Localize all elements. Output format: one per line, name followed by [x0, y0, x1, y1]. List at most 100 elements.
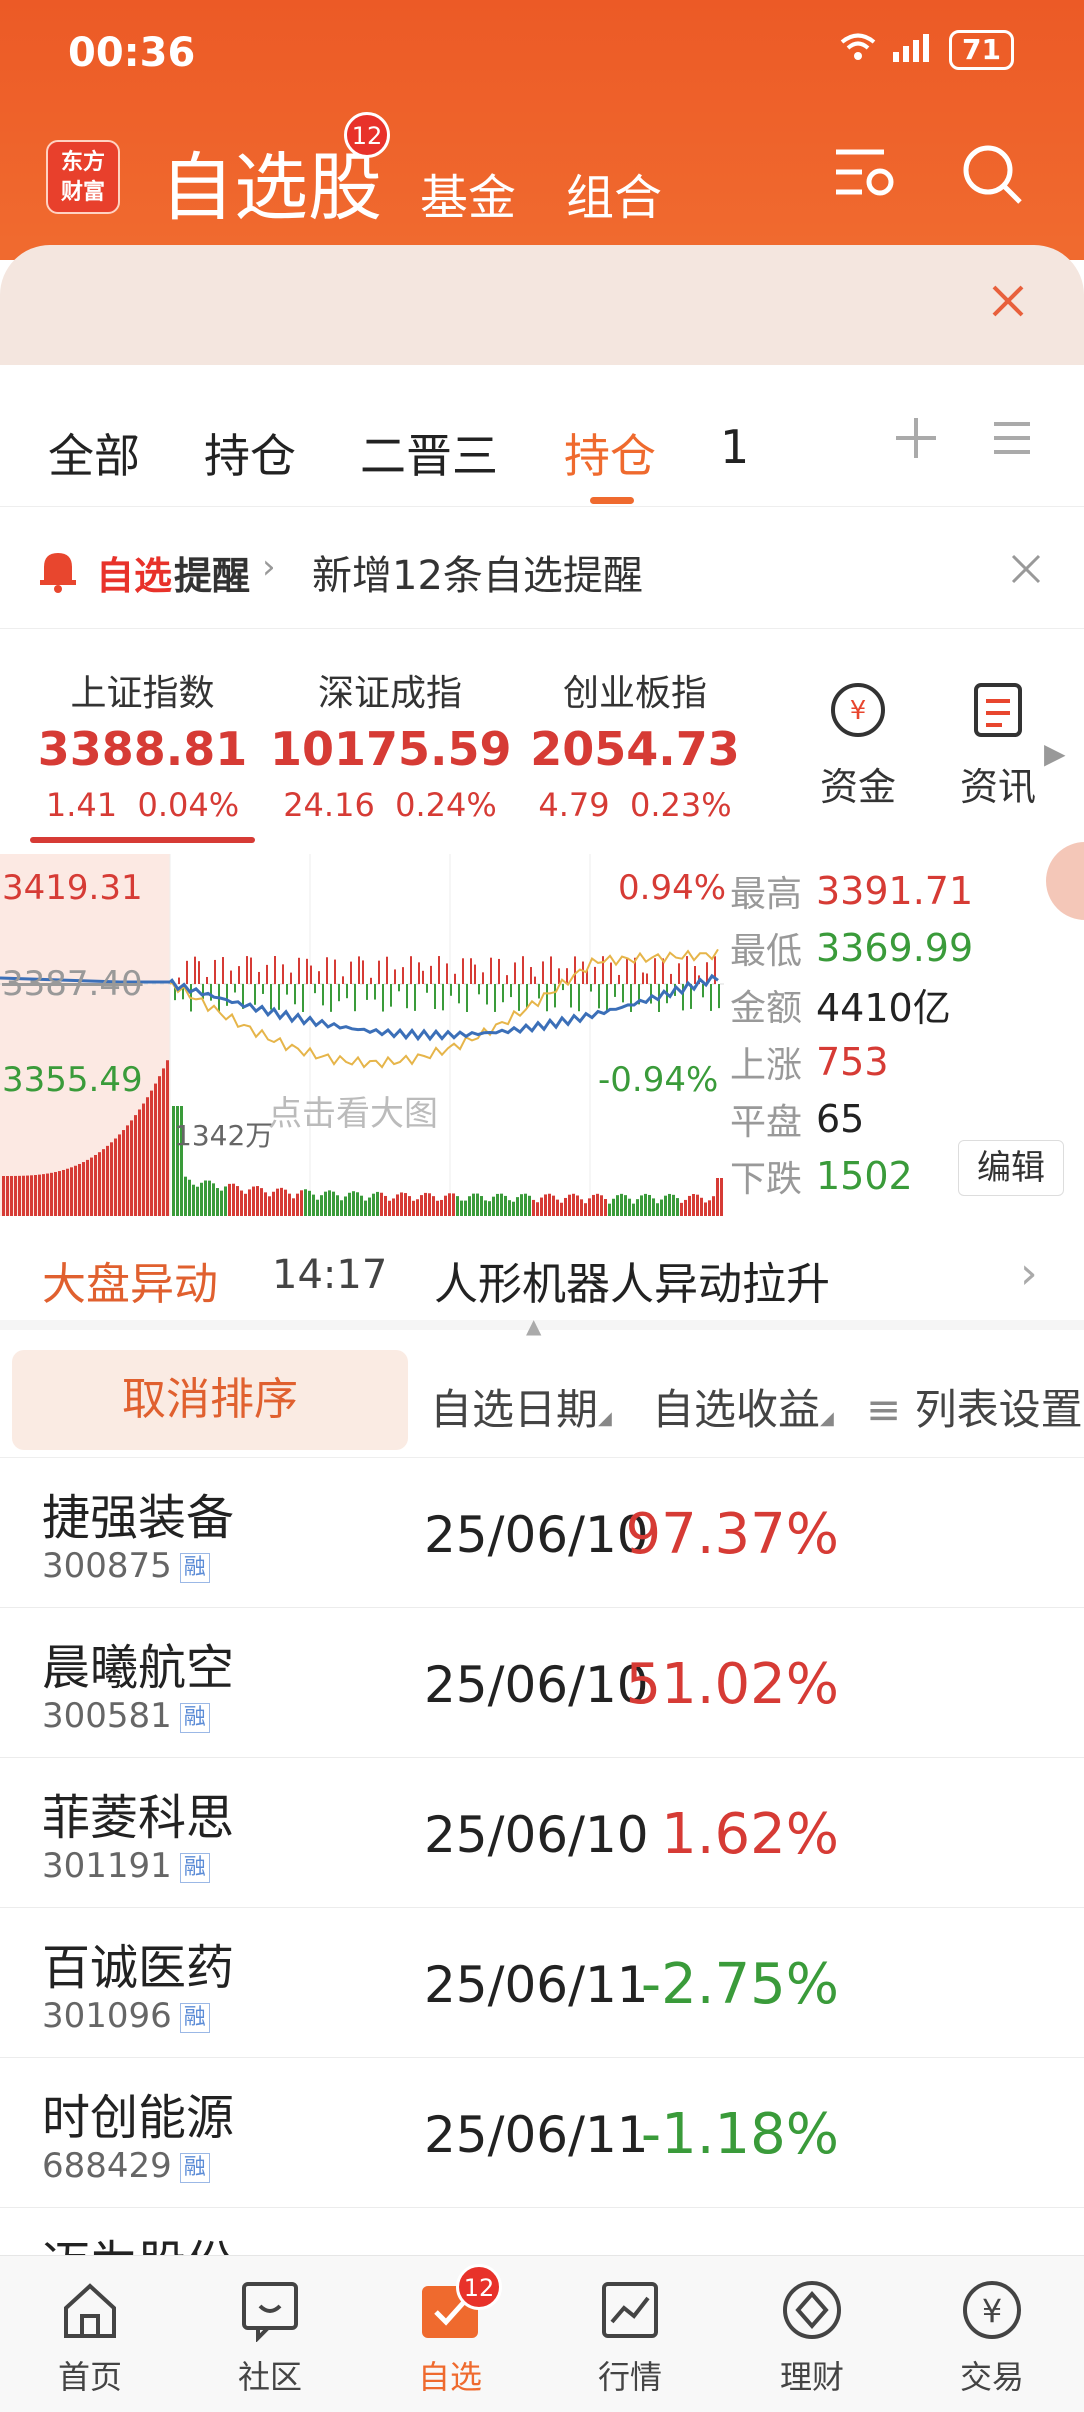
volume-bar	[684, 1199, 687, 1216]
tick-bar	[442, 984, 444, 1011]
stock-row[interactable]: 菲菱科思 301191 融 25/06/10 1.62%	[0, 1758, 1084, 1908]
close-reminder-icon[interactable]	[1010, 553, 1042, 589]
nav-watchlist[interactable]: 自选 12	[390, 2264, 510, 2398]
stock-row[interactable]: 捷强装备 300875 融 25/06/10 97.37%	[0, 1458, 1084, 1608]
tick-bar	[486, 984, 488, 1005]
volume-bar	[244, 1193, 247, 1216]
tick-bar	[422, 970, 424, 984]
tab-holding-active[interactable]: 持仓	[564, 420, 656, 486]
add-icon[interactable]	[894, 413, 938, 473]
tab-portfolio[interactable]: 组合	[566, 158, 662, 228]
anomaly-time: 14:17	[272, 1252, 388, 1298]
volume-bar	[272, 1191, 275, 1216]
settings-list-icon[interactable]	[832, 142, 898, 217]
nav-trade[interactable]: ¥ 交易	[932, 2274, 1052, 2398]
list-settings-button[interactable]: ≡ 列表设置	[866, 1376, 1083, 1437]
tick-bar	[510, 984, 512, 998]
index-card-sh[interactable]: 上证指数 3388.81 1.41 0.04%	[30, 664, 255, 824]
y-label-top: 3419.31	[2, 868, 143, 908]
index-value: 3388.81	[37, 722, 248, 776]
tick-bar	[606, 984, 608, 1011]
tick-bar	[646, 973, 648, 984]
tick-bar	[466, 984, 468, 1012]
promo-banner[interactable]	[0, 245, 1084, 365]
tab-erjinsan[interactable]: 二晋三	[360, 420, 498, 486]
stock-row[interactable]: 晨曦航空 300581 融 25/06/10 51.02%	[0, 1608, 1084, 1758]
tab-1[interactable]: 1	[720, 420, 749, 474]
nav-home[interactable]: 首页	[30, 2274, 150, 2398]
tab-all[interactable]: 全部	[48, 420, 140, 486]
volume-bar	[720, 1178, 723, 1216]
volume-bar	[102, 1149, 105, 1216]
close-icon[interactable]	[990, 275, 1026, 331]
tick-bar	[618, 974, 620, 984]
volume-bar	[324, 1191, 327, 1216]
tick-bar	[214, 959, 216, 984]
scroll-right-icon[interactable]: ▶	[1044, 737, 1066, 770]
volume-bar	[628, 1198, 631, 1216]
nav-community[interactable]: 社区	[210, 2274, 330, 2398]
volume-bar	[516, 1197, 519, 1216]
nav-market[interactable]: 行情	[570, 2274, 690, 2398]
nav-wealth[interactable]: 理财	[752, 2274, 872, 2398]
intraday-chart[interactable]: 3419.31 3387.40 3355.49 0.94% -0.94% 134…	[0, 854, 727, 1216]
volume-bar	[492, 1196, 495, 1216]
index-card-sz[interactable]: 深证成指 10175.59 24.16 0.24%	[270, 664, 512, 824]
volume-bar	[300, 1190, 303, 1216]
tick-bar	[614, 984, 616, 997]
tick-bar	[450, 984, 452, 996]
volume-bar	[676, 1198, 679, 1216]
tick-bar	[718, 984, 720, 1009]
volume-bar	[38, 1174, 41, 1216]
index-card-cyb[interactable]: 创业板指 2054.73 4.79 0.23%	[525, 664, 745, 824]
volume-bar	[312, 1194, 315, 1216]
tick-bar	[406, 984, 408, 1009]
tab-fund[interactable]: 基金	[420, 158, 516, 228]
volume-bar	[640, 1195, 643, 1216]
volume-bar	[648, 1194, 651, 1216]
chat-icon	[210, 2274, 330, 2346]
tick-bar	[610, 962, 612, 984]
tick-bar	[286, 984, 288, 995]
volume-bar	[672, 1194, 675, 1216]
volume-bar	[440, 1199, 443, 1216]
search-icon[interactable]	[960, 142, 1026, 223]
capital-icon: ¥	[820, 681, 896, 748]
volume-bar	[248, 1189, 251, 1216]
nav-label: 自选	[417, 2358, 482, 2396]
stock-row[interactable]: 时创能源 688429 融 25/06/11 -1.18%	[0, 2058, 1084, 2208]
reminder-tag-a: 自选	[96, 554, 173, 598]
tick-bar	[318, 971, 320, 984]
stock-row[interactable]: 百诚医药 301096 融 25/06/11 -2.75%	[0, 1908, 1084, 2058]
cancel-sort-button[interactable]: 取消排序	[12, 1350, 408, 1450]
tick-bar	[518, 984, 520, 1011]
volume-bar	[620, 1193, 623, 1216]
pct-label-top: 0.94%	[618, 868, 727, 908]
tick-bar	[342, 976, 344, 984]
volume-bar	[158, 1076, 161, 1216]
volume-bar	[368, 1197, 371, 1216]
yen-icon: ¥	[932, 2274, 1052, 2346]
capital-button[interactable]: ¥ 资金	[820, 681, 896, 811]
collapse-icon[interactable]: ▲	[526, 1314, 541, 1338]
volume-bar	[660, 1199, 663, 1216]
volume-bar	[408, 1196, 411, 1216]
volume-bar	[256, 1186, 259, 1216]
volume-bar	[154, 1083, 157, 1216]
news-button[interactable]: 资讯	[960, 681, 1036, 811]
edit-button[interactable]: 编辑	[958, 1140, 1064, 1196]
stock-row-partial[interactable]: 迈为股份	[0, 2208, 1084, 2258]
stock-code: 301191 融	[42, 1846, 210, 1886]
reminder-bar[interactable]: 自选 提醒 › 新增12条自选提醒	[0, 507, 1084, 629]
sort-date-header[interactable]: 自选日期◢	[430, 1376, 612, 1437]
market-anomaly-bar[interactable]: 大盘异动 14:17 人形机器人异动拉升 › ▲	[0, 1220, 1084, 1338]
volume-bar	[320, 1195, 323, 1216]
volume-bar	[568, 1194, 571, 1216]
menu-icon[interactable]	[992, 413, 1032, 473]
sort-icon: ◢	[598, 1408, 612, 1429]
tab-holding[interactable]: 持仓	[204, 420, 296, 486]
volume-bar	[604, 1199, 607, 1216]
volume-bar	[328, 1190, 331, 1216]
volume-bar	[524, 1193, 527, 1216]
sort-return-header[interactable]: 自选收益◢	[652, 1376, 834, 1437]
